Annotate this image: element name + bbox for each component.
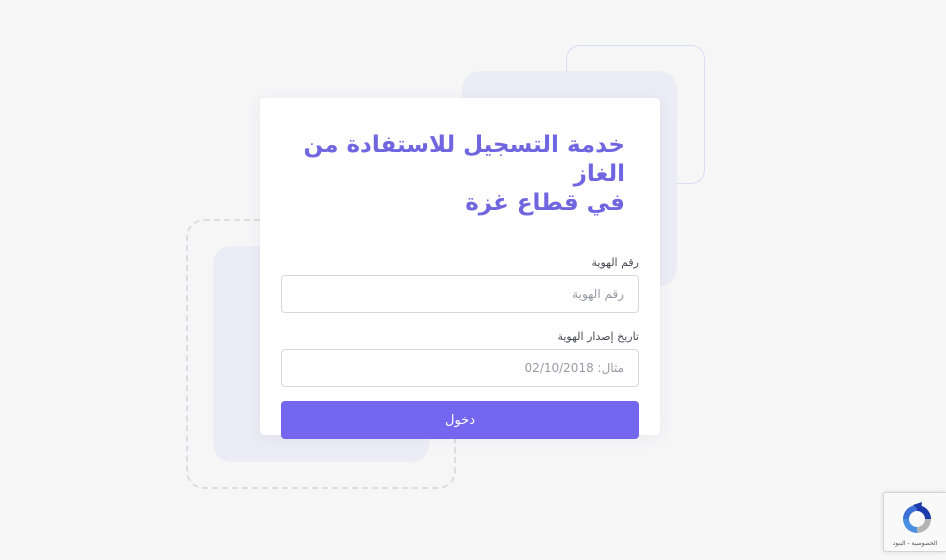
recaptcha-badge[interactable]: الخصوصية - البنود	[883, 492, 946, 552]
id-number-input[interactable]	[281, 275, 639, 313]
login-card: خدمة التسجيل للاستفادة من الغاز في قطاع …	[260, 98, 660, 439]
login-button[interactable]: دخول	[281, 401, 639, 439]
id-issue-date-label: تاريخ إصدار الهوية	[557, 330, 639, 343]
title-line-1: خدمة التسجيل للاستفادة من الغاز	[303, 132, 626, 187]
recaptcha-icon	[903, 502, 931, 533]
page-title: خدمة التسجيل للاستفادة من الغاز في قطاع …	[285, 131, 626, 218]
id-issue-date-input[interactable]	[281, 349, 639, 387]
title-line-2: في قطاع غزة	[465, 190, 625, 216]
recaptcha-links[interactable]: الخصوصية - البنود	[886, 540, 944, 547]
id-number-label: رقم الهوية	[591, 256, 639, 269]
